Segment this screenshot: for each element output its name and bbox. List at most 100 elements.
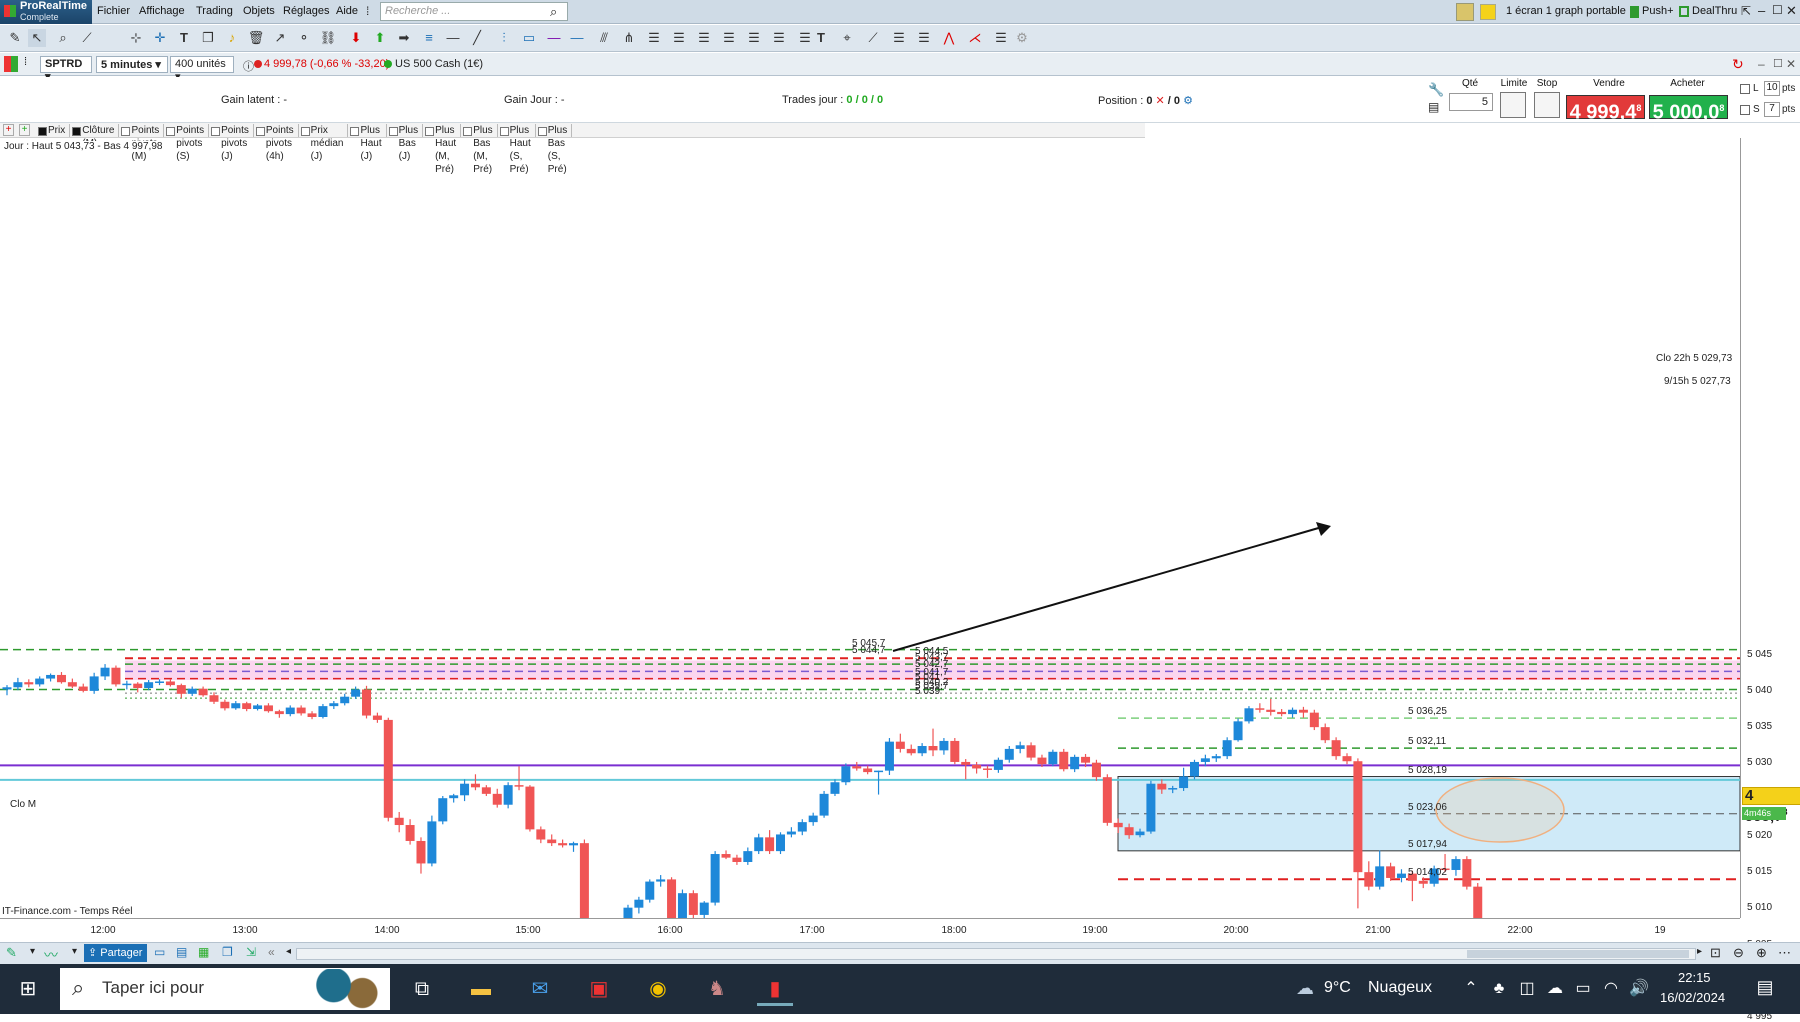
minimize-icon[interactable]: – [1758, 3, 1765, 18]
prorealtime-task-icon[interactable]: ▮ [757, 972, 793, 1006]
line-purple-icon[interactable]: — [545, 29, 563, 47]
add-indicator2-icon[interactable]: + [19, 124, 30, 136]
buy-button[interactable]: 5 000,08 [1649, 95, 1728, 124]
stop-order-button[interactable] [1534, 92, 1560, 118]
dealthru-button[interactable]: DealThru [1692, 5, 1737, 17]
trendline-icon[interactable]: ╱ [468, 29, 486, 47]
menu-trading[interactable]: Trading [196, 5, 233, 17]
indicator-chip[interactable]: Points pivots (M) [119, 124, 165, 162]
zoom-fit-icon[interactable]: ⊡ [1710, 945, 1721, 961]
window-icon[interactable]: ❐ [222, 945, 233, 959]
segment-icon[interactable]: ⚬ [295, 29, 313, 47]
gift-app-icon[interactable]: ▣ [581, 972, 617, 1006]
up-arrow-icon[interactable]: ⬆ [371, 29, 389, 47]
collapse-icon[interactable]: « [268, 945, 275, 959]
l-checkbox[interactable] [1740, 84, 1750, 94]
units-dropdown[interactable]: 400 unités ▾ [170, 56, 234, 83]
position-close-icon[interactable]: ✕ [1156, 95, 1165, 107]
fib-icon[interactable]: ⫶ [495, 29, 513, 47]
symbol-dropdown[interactable]: SPTRD ▾ [40, 56, 92, 83]
win-close-icon[interactable]: ✕ [1786, 57, 1796, 71]
horizontal-scrollbar[interactable] [296, 948, 1696, 960]
fan-icon[interactable]: ⋌ [966, 29, 984, 47]
zoom-out-icon[interactable]: ⊖ [1733, 945, 1744, 961]
push-button[interactable]: Push+ [1642, 5, 1674, 17]
measure-icon[interactable]: ⌖ [838, 29, 856, 47]
chart-svg[interactable] [0, 138, 1740, 918]
lock-icon[interactable]: ⁞ [24, 56, 36, 72]
scrollbar-thumb[interactable] [1467, 950, 1689, 958]
price-axis[interactable]: 5 0455 0405 0355 0305 0255 0205 0155 010… [1740, 138, 1800, 1022]
channel-icon[interactable]: ≡ [420, 29, 438, 47]
close-icon[interactable]: ✕ [1786, 3, 1797, 19]
indicator-chip[interactable]: Plus Haut (M, Pré) [423, 124, 462, 175]
menu-aide[interactable]: Aide [336, 5, 358, 17]
draw-tool-icon[interactable] [1456, 3, 1474, 21]
tray-chevron-icon[interactable]: ⌃ [1460, 978, 1482, 1000]
dropdown2-arrow-icon[interactable]: ▾ [72, 946, 77, 957]
gann-icon[interactable]: ⫻ [595, 29, 613, 47]
bell-icon[interactable]: ♪ [223, 29, 241, 47]
pencil-icon[interactable]: ✎ [6, 29, 24, 47]
price-chart[interactable]: Jour : Haut 5 043,73 - Bas 4 997,98 IT-F… [0, 138, 1740, 918]
windows-start-icon[interactable]: ⊞ [10, 972, 46, 1006]
notification-icon[interactable]: ▤ [1754, 976, 1776, 998]
scroll-icon[interactable]: ⁞ [366, 4, 376, 20]
qty-input[interactable]: 5 [1449, 93, 1493, 111]
dropdown-arrow-icon[interactable]: ▾ [30, 946, 35, 957]
battery-icon[interactable]: ▭ [1572, 978, 1594, 1000]
levels-icon[interactable]: ☰ [645, 29, 663, 47]
wifi-icon[interactable]: ◠ [1600, 978, 1622, 1000]
order-settings-icon[interactable]: 🔧 [1428, 82, 1444, 98]
ruler2-icon[interactable]: ⟋ [864, 29, 882, 47]
hline-icon[interactable]: — [444, 29, 462, 47]
task-view-icon[interactable]: ⧉ [404, 972, 440, 1006]
tray-app-icon[interactable]: ♣ [1488, 978, 1510, 1000]
limit-order-button[interactable] [1500, 92, 1526, 118]
indicator-chip[interactable]: Points pivots (J) [209, 124, 254, 162]
indicators-icon[interactable]: 〰 [44, 945, 58, 965]
timeframe-dropdown[interactable]: 5 minutes ▾ [96, 56, 168, 73]
arrow-tool-icon[interactable]: ↗ [271, 29, 289, 47]
text-box-icon[interactable]: T [812, 29, 830, 47]
down-arrow-icon[interactable]: ⬇ [347, 29, 365, 47]
draw-tools-icon[interactable]: ✎ [6, 945, 17, 961]
scroll-left-icon[interactable]: ◂ [286, 946, 291, 957]
indicator-chip[interactable]: Points pivots (S) [164, 124, 210, 162]
ruler-icon[interactable]: ⟋ [78, 29, 96, 47]
volume-icon[interactable]: 🔊 [1628, 978, 1650, 1000]
indicator-chip[interactable]: Points pivots (4h) [254, 124, 299, 162]
screen-icon[interactable]: ▭ [154, 945, 165, 959]
rectangle-icon[interactable]: ▭ [520, 29, 538, 47]
chrome-icon[interactable]: ◉ [640, 972, 676, 1006]
levels9-icon[interactable]: ☰ [915, 29, 933, 47]
chart-type-icon[interactable] [4, 56, 18, 72]
cursor-icon[interactable]: ↖ [28, 29, 46, 47]
menu-reglages[interactable]: Réglages [283, 5, 329, 17]
layout-label[interactable]: 1 écran 1 graph portable [1506, 5, 1626, 17]
alert-icon[interactable] [1480, 4, 1496, 20]
grid-icon[interactable]: ▦ [198, 945, 209, 959]
order-list-icon[interactable]: ▤ [1428, 100, 1444, 116]
trash-icon[interactable]: 🗑 [247, 29, 265, 47]
magnet-icon[interactable]: ⊹ [127, 29, 145, 47]
levels6-icon[interactable]: ☰ [770, 29, 788, 47]
weather-text[interactable]: Nuageux [1368, 979, 1432, 997]
levels8-icon[interactable]: ☰ [890, 29, 908, 47]
indicator-chip[interactable]: Plus Bas (J) [387, 124, 424, 162]
zigzag-icon[interactable]: ⋀ [940, 29, 958, 47]
weather-icon[interactable]: ☁ [1296, 978, 1314, 999]
levels4-icon[interactable]: ☰ [720, 29, 738, 47]
right-arrow-icon[interactable]: ➡ [395, 29, 413, 47]
indicator-chip[interactable]: Plus Haut (S, Pré) [498, 124, 536, 175]
add-indicator-icon[interactable]: + [3, 124, 14, 136]
crosshair-icon[interactable]: ✛ [151, 29, 169, 47]
s-input[interactable]: 7 [1764, 102, 1780, 117]
indicator-chip[interactable]: Plus Haut (J) [348, 124, 387, 162]
indicator-chip[interactable]: Clôture (M) [70, 124, 120, 149]
line-blue-icon[interactable]: — [568, 29, 586, 47]
indicator-chip[interactable]: Plus Bas (M, Pré) [461, 124, 498, 175]
settings-icon[interactable]: ⚙ [1013, 29, 1031, 47]
indicator-chip[interactable]: Prix médian (J) [299, 124, 349, 162]
scroll-right-icon[interactable]: ▸ [1697, 946, 1702, 957]
